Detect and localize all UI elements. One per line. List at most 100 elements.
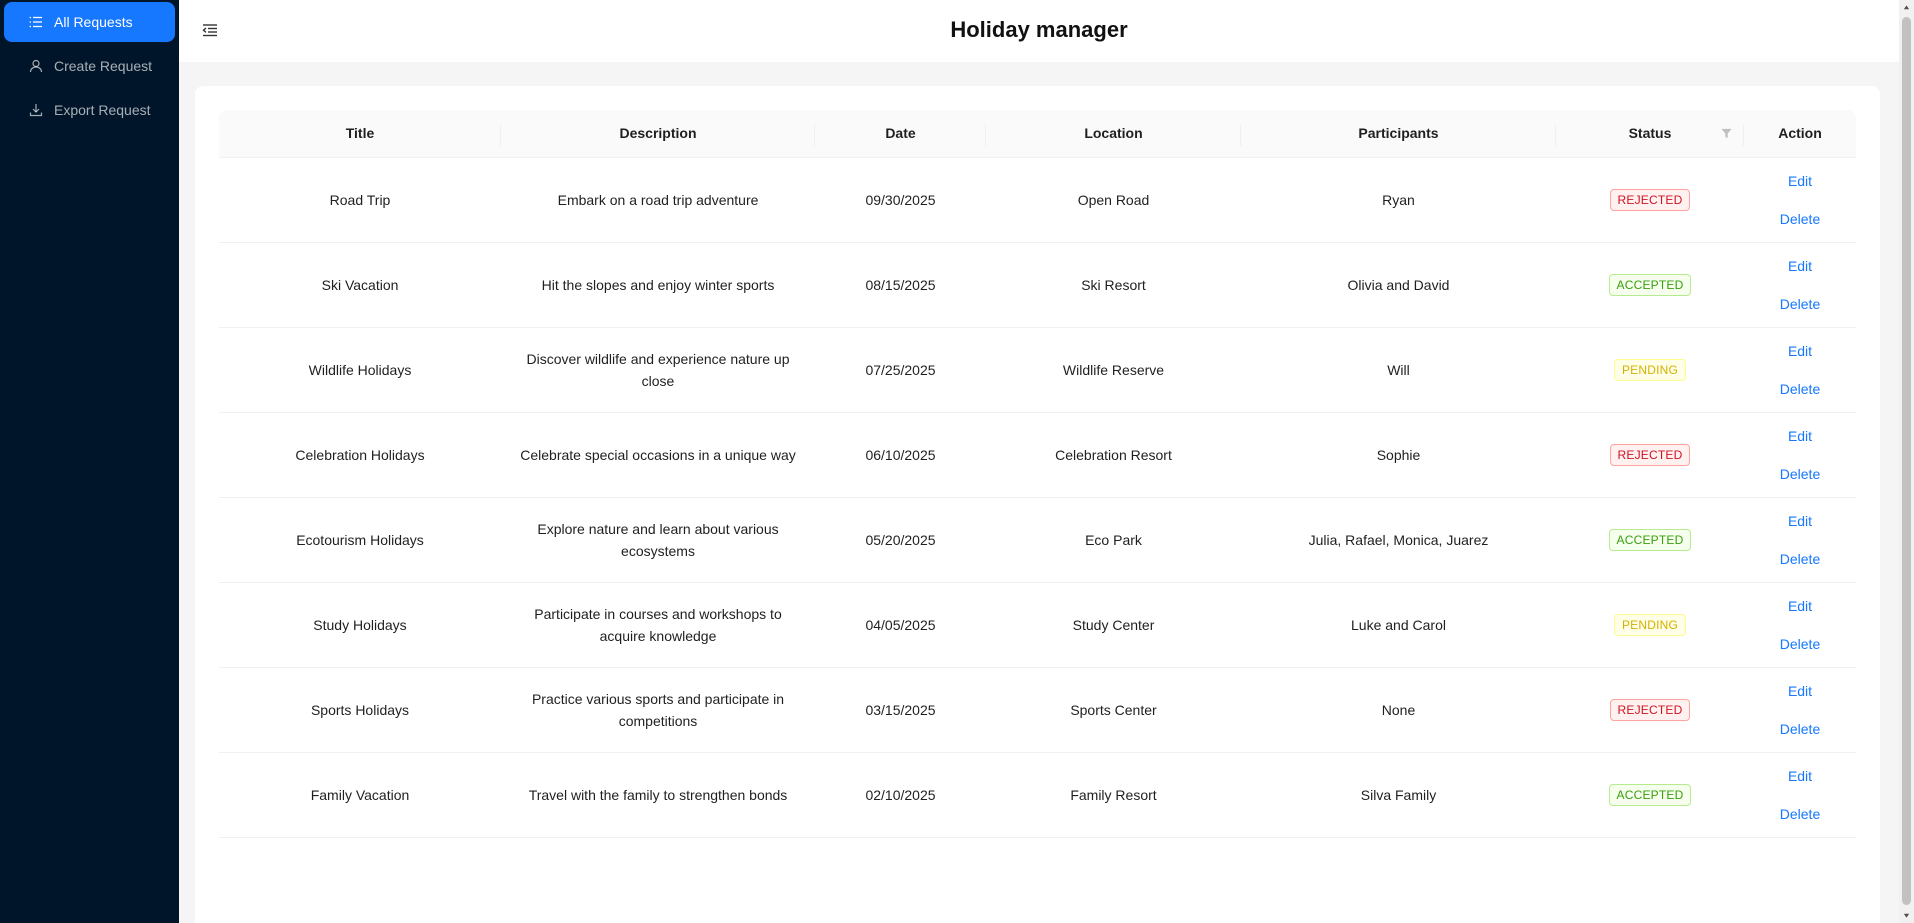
- status-badge: ACCEPTED: [1608, 784, 1692, 806]
- table-row: Ski Vacation Hit the slopes and enjoy wi…: [219, 242, 1856, 328]
- cell-status: ACCEPTED: [1556, 752, 1744, 838]
- cell-location: Eco Park: [986, 497, 1241, 583]
- cell-participants: Luke and Carol: [1241, 582, 1556, 668]
- cell-date: 04/05/2025: [815, 582, 986, 668]
- column-header-action: Action: [1744, 110, 1856, 158]
- sidebar-item-label: Export Request: [54, 102, 151, 118]
- cell-location: Wildlife Reserve: [986, 327, 1241, 413]
- column-header-location: Location: [986, 110, 1241, 158]
- column-header-date: Date: [815, 110, 986, 158]
- table-row: Wildlife Holidays Discover wildlife and …: [219, 327, 1856, 413]
- cell-status: PENDING: [1556, 327, 1744, 413]
- table-row: Celebration Holidays Celebrate special o…: [219, 412, 1856, 498]
- delete-link[interactable]: Delete: [1756, 548, 1844, 570]
- cell-date: 08/15/2025: [815, 242, 986, 328]
- cell-title: Sports Holidays: [219, 667, 501, 753]
- cell-action: Edit Delete: [1744, 242, 1856, 328]
- requests-table-wrapper: Title Description Date Location Particip…: [219, 110, 1856, 838]
- list-icon: [28, 14, 44, 30]
- cell-location: Open Road: [986, 157, 1241, 243]
- cell-title: Road Trip: [219, 157, 501, 243]
- cell-date: 05/20/2025: [815, 497, 986, 583]
- cell-status: REJECTED: [1556, 157, 1744, 243]
- cell-action: Edit Delete: [1744, 497, 1856, 583]
- cell-title: Wildlife Holidays: [219, 327, 501, 413]
- cell-date: 06/10/2025: [815, 412, 986, 498]
- cell-participants: Julia, Rafael, Monica, Juarez: [1241, 497, 1556, 583]
- table-row: Study Holidays Participate in courses an…: [219, 582, 1856, 668]
- sidebar-item-export-request[interactable]: Export Request: [4, 90, 175, 130]
- cell-description: Hit the slopes and enjoy winter sports: [501, 242, 815, 328]
- cell-title: Ski Vacation: [219, 242, 501, 328]
- export-icon: [28, 102, 44, 118]
- page-title: Holiday manager: [950, 17, 1128, 42]
- status-badge: ACCEPTED: [1608, 529, 1692, 551]
- cell-date: 03/15/2025: [815, 667, 986, 753]
- cell-title: Celebration Holidays: [219, 412, 501, 498]
- delete-link[interactable]: Delete: [1756, 293, 1844, 315]
- table-header-row: Title Description Date Location Particip…: [219, 110, 1856, 158]
- cell-status: REJECTED: [1556, 667, 1744, 753]
- cell-action: Edit Delete: [1744, 327, 1856, 413]
- cell-status: ACCEPTED: [1556, 242, 1744, 328]
- cell-action: Edit Delete: [1744, 157, 1856, 243]
- user-icon: [28, 58, 44, 74]
- delete-link[interactable]: Delete: [1756, 378, 1844, 400]
- cell-description: Celebrate special occasions in a unique …: [501, 412, 815, 498]
- scroll-up-arrow-icon[interactable]: [1899, 0, 1914, 15]
- cell-participants: Will: [1241, 327, 1556, 413]
- cell-description: Participate in courses and workshops to …: [501, 582, 815, 668]
- sidebar-item-all-requests[interactable]: All Requests: [4, 2, 175, 42]
- edit-link[interactable]: Edit: [1756, 510, 1844, 532]
- sidebar-item-label: Create Request: [54, 58, 153, 74]
- cell-status: REJECTED: [1556, 412, 1744, 498]
- cell-location: Family Resort: [986, 752, 1241, 838]
- delete-link[interactable]: Delete: [1756, 633, 1844, 655]
- table-row: Ecotourism Holidays Explore nature and l…: [219, 497, 1856, 583]
- app-root: All Requests Create Request Export Reque…: [0, 0, 1914, 923]
- sidebar-menu: All Requests Create Request Export Reque…: [0, 2, 179, 130]
- edit-link[interactable]: Edit: [1756, 170, 1844, 192]
- column-header-title: Title: [219, 110, 501, 158]
- cell-participants: Sophie: [1241, 412, 1556, 498]
- column-header-description: Description: [501, 110, 815, 158]
- cell-title: Ecotourism Holidays: [219, 497, 501, 583]
- edit-link[interactable]: Edit: [1756, 340, 1844, 362]
- requests-table: Title Description Date Location Particip…: [219, 110, 1856, 838]
- sidebar-item-create-request[interactable]: Create Request: [4, 46, 175, 86]
- scroll-down-arrow-icon[interactable]: [1899, 908, 1914, 923]
- edit-link[interactable]: Edit: [1756, 680, 1844, 702]
- delete-link[interactable]: Delete: [1756, 803, 1844, 825]
- edit-link[interactable]: Edit: [1756, 765, 1844, 787]
- scrollbar-thumb[interactable]: [1902, 17, 1911, 905]
- filter-icon[interactable]: [1720, 127, 1732, 139]
- status-badge: REJECTED: [1609, 189, 1691, 211]
- status-badge: ACCEPTED: [1608, 274, 1692, 296]
- edit-link[interactable]: Edit: [1756, 255, 1844, 277]
- sidebar: All Requests Create Request Export Reque…: [0, 0, 179, 923]
- column-header-status: Status: [1556, 110, 1744, 158]
- edit-link[interactable]: Edit: [1756, 595, 1844, 617]
- delete-link[interactable]: Delete: [1756, 718, 1844, 740]
- status-badge: PENDING: [1613, 614, 1687, 636]
- cell-title: Study Holidays: [219, 582, 501, 668]
- cell-location: Celebration Resort: [986, 412, 1241, 498]
- cell-action: Edit Delete: [1744, 582, 1856, 668]
- status-badge: REJECTED: [1609, 699, 1691, 721]
- status-badge: PENDING: [1613, 359, 1687, 381]
- vertical-scrollbar[interactable]: [1899, 0, 1914, 923]
- cell-description: Discover wildlife and experience nature …: [501, 327, 815, 413]
- sidebar-item-label: All Requests: [54, 14, 133, 30]
- cell-description: Explore nature and learn about various e…: [501, 497, 815, 583]
- cell-date: 02/10/2025: [815, 752, 986, 838]
- cell-participants: Ryan: [1241, 157, 1556, 243]
- delete-link[interactable]: Delete: [1756, 463, 1844, 485]
- table-row: Road Trip Embark on a road trip adventur…: [219, 157, 1856, 243]
- cell-action: Edit Delete: [1744, 667, 1856, 753]
- edit-link[interactable]: Edit: [1756, 425, 1844, 447]
- delete-link[interactable]: Delete: [1756, 208, 1844, 230]
- cell-location: Ski Resort: [986, 242, 1241, 328]
- cell-date: 09/30/2025: [815, 157, 986, 243]
- cell-action: Edit Delete: [1744, 412, 1856, 498]
- cell-participants: Olivia and David: [1241, 242, 1556, 328]
